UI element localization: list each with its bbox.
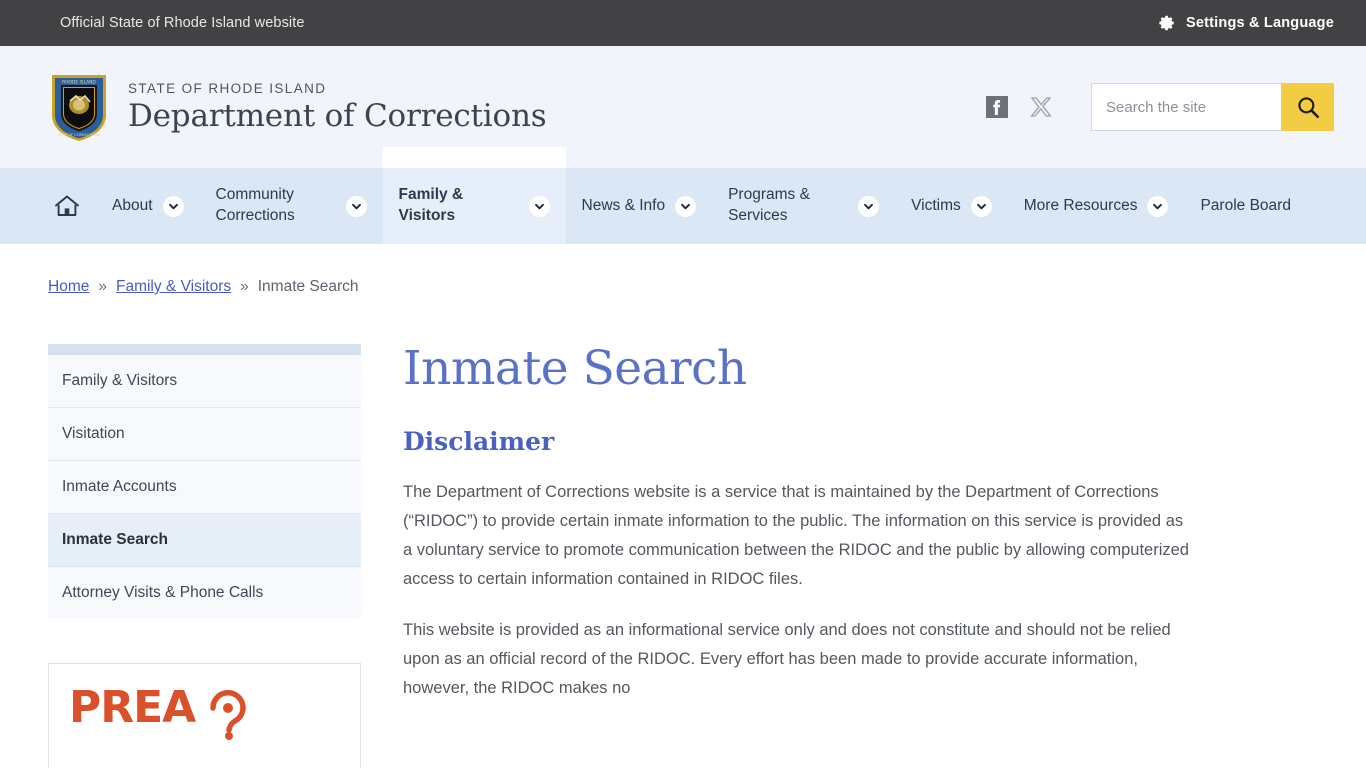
- nav-items-container: About Community Corrections Family & Visit…: [96, 147, 1307, 244]
- home-icon: [54, 194, 80, 218]
- nav-item-news-info[interactable]: News & Info: [566, 168, 713, 244]
- nav-item-parole-board[interactable]: Parole Board: [1184, 168, 1306, 244]
- nav-item-label: Programs & Services: [728, 186, 810, 224]
- x-twitter-icon[interactable]: [1029, 95, 1053, 119]
- page-body: Family & Visitors Visitation Inmate Accoun…: [0, 296, 1366, 768]
- sidebar-item-visitation[interactable]: Visitation: [48, 408, 361, 461]
- search-submit-button[interactable]: [1281, 83, 1334, 131]
- social-links: [985, 95, 1053, 119]
- nav-item-more-resources[interactable]: More Resources: [1008, 168, 1185, 244]
- chevron-down-icon[interactable]: [858, 195, 880, 217]
- sidebar-item-attorney-visits-phone-calls[interactable]: Attorney Visits & Phone Calls: [48, 567, 361, 619]
- nav-item-label: News & Info: [581, 196, 666, 214]
- chevron-down-icon[interactable]: [970, 195, 992, 217]
- chevron-down-icon[interactable]: [345, 195, 367, 217]
- page-title: Inmate Search: [403, 341, 747, 396]
- ear-listening-icon: [205, 690, 251, 742]
- site-search-form[interactable]: [1091, 83, 1334, 131]
- sidebar-menu: Family & Visitors Visitation Inmate Accoun…: [48, 355, 361, 619]
- primary-navigation: About Community Corrections Family & Visit…: [0, 147, 1366, 244]
- disclaimer-paragraph-2: This website is provided as an informati…: [403, 621, 1171, 698]
- nav-item-label: More Resources: [1023, 196, 1138, 214]
- nav-item-home[interactable]: [48, 168, 96, 244]
- settings-language-button[interactable]: Settings & Language: [1158, 14, 1334, 32]
- chevron-down-icon[interactable]: [1147, 195, 1169, 217]
- brand-kicker: STATE OF RHODE ISLAND: [128, 81, 327, 97]
- sidebar-item-inmate-accounts[interactable]: Inmate Accounts: [48, 461, 361, 514]
- official-site-notice: Official State of Rhode Island website: [60, 15, 305, 31]
- section-sidebar: Family & Visitors Visitation Inmate Accoun…: [48, 344, 361, 768]
- sidebar-item-inmate-search[interactable]: Inmate Search: [48, 514, 361, 567]
- breadcrumb-item-inmate-search: Inmate Search: [257, 278, 359, 295]
- masthead-utilities: [985, 83, 1334, 131]
- breadcrumb-item-family-visitors[interactable]: Family & Visitors: [116, 278, 231, 296]
- chevron-down-icon[interactable]: [675, 195, 697, 217]
- chevron-down-icon[interactable]: [162, 195, 184, 217]
- nav-item-programs-services[interactable]: Programs & Services: [712, 168, 895, 244]
- prea-promo-card[interactable]: PREA: [48, 663, 361, 768]
- prea-wordmark: PREA: [69, 682, 196, 733]
- gear-icon: [1158, 14, 1176, 32]
- sidebar-top-strip: [48, 344, 361, 355]
- brand-lockup[interactable]: RHODE ISLAND DEPT OF CORRECTIONS STATE O…: [48, 71, 547, 143]
- breadcrumb: Home » Family & Visitors » Inmate Search: [0, 244, 1366, 296]
- breadcrumb-item-home[interactable]: Home: [48, 278, 89, 296]
- svg-text:DEPT OF CORRECTIONS: DEPT OF CORRECTIONS: [58, 133, 101, 137]
- breadcrumb-separator: »: [240, 278, 249, 295]
- ridoc-shield-seal-icon: RHODE ISLAND DEPT OF CORRECTIONS: [48, 71, 110, 143]
- nav-item-label: About: [112, 196, 153, 214]
- svg-text:RHODE ISLAND: RHODE ISLAND: [62, 80, 96, 86]
- site-masthead: RHODE ISLAND DEPT OF CORRECTIONS STATE O…: [0, 46, 1366, 168]
- chevron-down-icon[interactable]: [528, 195, 550, 217]
- settings-language-label: Settings & Language: [1185, 15, 1334, 31]
- magnifier-icon: [1295, 94, 1321, 120]
- disclaimer-paragraph-1: The Department of Corrections website is…: [403, 483, 1189, 589]
- search-input[interactable]: [1091, 83, 1281, 131]
- nav-item-about[interactable]: About: [96, 168, 200, 244]
- facebook-icon[interactable]: [985, 95, 1009, 119]
- disclaimer-heading: Disclaimer: [403, 427, 555, 457]
- nav-item-community-corrections[interactable]: Community Corrections: [200, 168, 383, 244]
- nav-item-victims[interactable]: Victims: [895, 168, 1008, 244]
- sidebar-item-family-visitors[interactable]: Family & Visitors: [48, 355, 361, 408]
- nav-item-label: Family & Visitors: [398, 186, 464, 224]
- nav-item-label: Victims: [911, 196, 961, 214]
- breadcrumb-separator: »: [98, 278, 107, 295]
- nav-item-label: Community Corrections: [215, 186, 295, 224]
- main-content: Inmate Search Disclaimer The Department …: [403, 344, 1366, 768]
- nav-item-label: Parole Board: [1200, 196, 1291, 214]
- nav-item-family-visitors[interactable]: Family & Visitors: [382, 147, 566, 244]
- top-utility-bar: Official State of Rhode Island website S…: [0, 0, 1366, 46]
- brand-title: Department of Corrections: [128, 98, 547, 135]
